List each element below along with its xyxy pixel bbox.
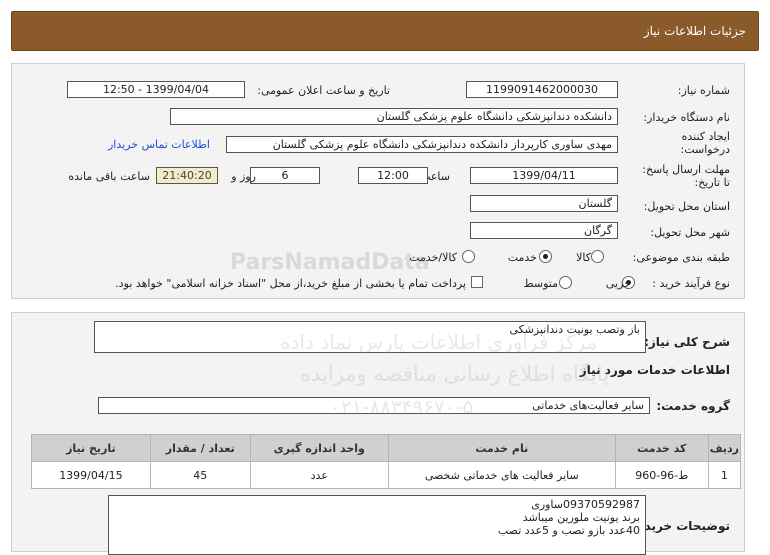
col-unit: واحد اندازه گیری (249, 434, 389, 462)
process-radio-medium[interactable] (559, 276, 572, 289)
days-remaining-field: 6 (250, 167, 320, 184)
announce-label: تاریخ و ساعت اعلان عمومی: (257, 84, 390, 97)
province-field: گلستان (470, 195, 618, 212)
need-number-label: شماره نیاز: (677, 84, 730, 97)
remaining-time-field: 21:40:20 (156, 167, 218, 184)
deadline-label-line1: مهلت ارسال پاسخ: (642, 163, 730, 176)
cell-row-number: 1 (707, 461, 742, 489)
category-label: طبقه بندی موضوعی: (632, 251, 730, 264)
deadline-time-field: 12:00 (358, 167, 428, 184)
watermark-line2: مرکز فراوری اطلاعات پارس نماد داده (280, 330, 598, 354)
buyer-note-line: 40عدد بازو تصب و 5عدد تصب (497, 524, 640, 537)
buyer-notes-field: 09370592987ساوری برند یونیت ملورین میباش… (108, 495, 646, 555)
creator-label-line2: درخواست: (680, 143, 730, 156)
cell-need-date: 1399/04/15 (31, 461, 151, 489)
announce-field: 1399/04/04 - 12:50 (67, 81, 245, 98)
watermark-phone: ۰۲۱-۸۸۳۴۹۶۷۰-۵ (330, 395, 474, 419)
buyer-org-field: دانشکده دندانپزشکی دانشگاه علوم پزشکی گل… (170, 108, 618, 125)
buyer-note-line: برند یونیت ملورین میباشد (522, 511, 640, 524)
process-label: نوع فرآیند خرید : (652, 277, 730, 290)
cell-service-code: ط-96-960 (614, 461, 709, 489)
table-row: 1 ط-96-960 سایر فعالیت های خدماتی شخصی ع… (31, 461, 742, 489)
col-service-name: نام خدمت (387, 434, 616, 462)
contact-buyer-link[interactable]: اطلاعات تماس خریدار (108, 138, 210, 151)
process-option-minor: جزیی (605, 277, 631, 290)
creator-label-line1: ایجاد کننده (681, 130, 730, 143)
cell-service-name: سایر فعالیت های خدماتی شخصی (387, 461, 616, 489)
col-service-code: کد خدمت (614, 434, 709, 462)
treasury-checkbox[interactable] (471, 276, 483, 288)
col-quantity: تعداد / مقدار (149, 434, 251, 462)
page-title: جزئیات اطلاعات نیاز (643, 24, 746, 38)
creator-field: مهدی ساوری کارپرداز دانشکده دندانپزشکی د… (226, 136, 618, 153)
table-header-row: ردیف کد خدمت نام خدمت واحد اندازه گیری ت… (31, 434, 742, 462)
treasury-note: پرداخت تمام یا بخشی از مبلغ خرید،از محل … (115, 277, 466, 290)
category-option-goods: کالا (576, 251, 591, 264)
buyer-org-label: نام دستگاه خریدار: (643, 111, 730, 124)
city-label: شهر محل تحویل: (650, 226, 730, 239)
deadline-label-line2: تا تاریخ: (694, 176, 730, 189)
service-group-label: گروه خدمت: (656, 399, 730, 413)
summary-label: شرح کلی نیاز: (644, 335, 730, 349)
province-label: استان محل تحویل: (643, 200, 730, 213)
services-table: ردیف کد خدمت نام خدمت واحد اندازه گیری ت… (31, 434, 742, 489)
col-need-date: تاریخ نیاز (31, 434, 151, 462)
remaining-time-label: ساعت باقی مانده (68, 170, 150, 183)
days-label: روز و (231, 170, 256, 183)
buyer-note-line: 09370592987ساوری (531, 498, 640, 511)
deadline-date-field: 1399/04/11 (470, 167, 618, 184)
process-option-medium: متوسط (523, 277, 558, 290)
col-row-number: ردیف (707, 434, 742, 462)
need-number-field: 1199091462000030 (466, 81, 618, 98)
city-field: گرگان (470, 222, 618, 239)
cell-quantity: 45 (149, 461, 251, 489)
cell-unit: عدد (249, 461, 389, 489)
watermark-line3: پایگاه اطلاع رسانی مناقصه ومزایده (300, 362, 610, 386)
page-header: جزئیات اطلاعات نیاز (11, 11, 759, 51)
category-radio-goods[interactable] (591, 250, 604, 263)
watermark-brand: ParsNamadData (230, 250, 430, 275)
